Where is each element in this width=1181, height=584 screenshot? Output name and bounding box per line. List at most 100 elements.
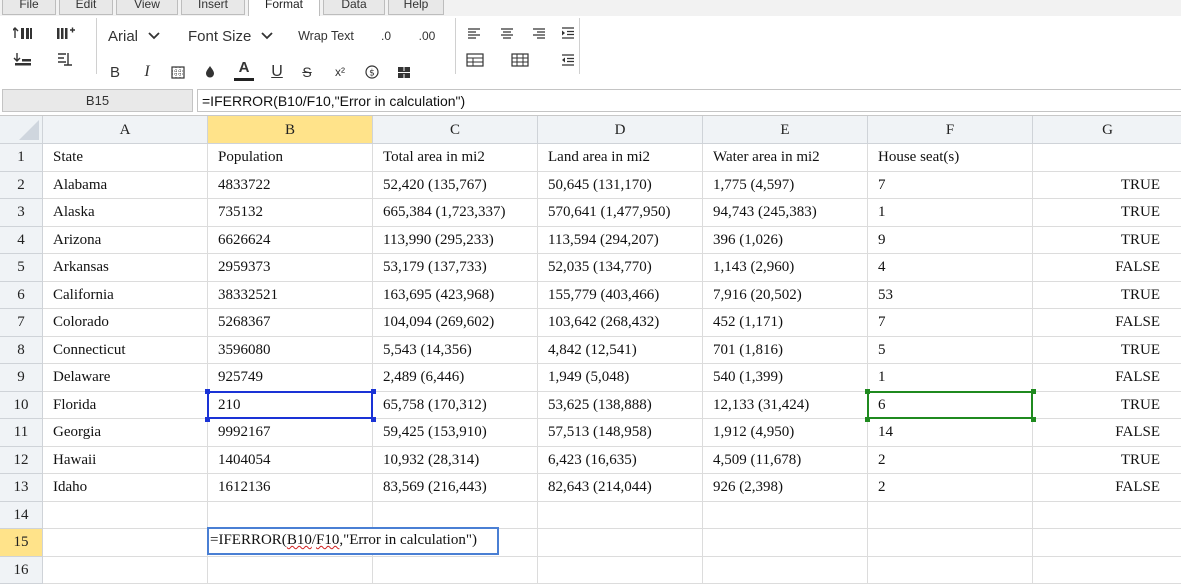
reference-highlight-f10-handle[interactable] [1031,417,1036,422]
cell-b13[interactable]: 1612136 [208,474,373,502]
cell-a13[interactable]: Idaho [43,474,208,502]
cell-a3[interactable]: Alaska [43,199,208,227]
table-format-icon[interactable] [465,50,485,70]
wrap-text-button[interactable]: Wrap Text [296,26,356,46]
align-center-icon[interactable] [498,24,516,42]
reference-highlight-b10-handle[interactable] [205,389,210,394]
column-header-d[interactable]: D [538,116,703,144]
cell-c14[interactable] [373,502,538,530]
cell-g6[interactable]: TRUE [1033,282,1181,310]
cell-f6[interactable]: 53 [868,282,1033,310]
cell-a8[interactable]: Connecticut [43,337,208,365]
cell-a1[interactable]: State [43,144,208,172]
indent-icon[interactable] [559,24,577,42]
cell-e9[interactable]: 540 (1,399) [703,364,868,392]
cell-b7[interactable]: 5268367 [208,309,373,337]
cell-f14[interactable] [868,502,1033,530]
cell-e8[interactable]: 701 (1,816) [703,337,868,365]
reference-highlight-f10-handle[interactable] [1031,389,1036,394]
cell-c11[interactable]: 59,425 (153,910) [373,419,538,447]
row-header-10[interactable]: 10 [0,392,43,420]
cell-d7[interactable]: 103,642 (268,432) [538,309,703,337]
cell-g7[interactable]: FALSE [1033,309,1181,337]
italic-button[interactable]: I [138,62,156,82]
reference-highlight-f10-handle[interactable] [865,417,870,422]
cell-editor-b15[interactable]: =IFERROR(B10/F10,"Error in calculation") [207,527,499,555]
decrease-decimal-button[interactable]: .0 [376,26,396,46]
cell-g5[interactable]: FALSE [1033,254,1181,282]
cell-e12[interactable]: 4,509 (11,678) [703,447,868,475]
cell-c4[interactable]: 113,990 (295,233) [373,227,538,255]
delete-column-icon[interactable] [54,50,76,70]
column-header-g[interactable]: G [1033,116,1181,144]
cell-c12[interactable]: 10,932 (28,314) [373,447,538,475]
menu-tab-data[interactable]: Data [323,0,385,15]
cell-c8[interactable]: 5,543 (14,356) [373,337,538,365]
column-header-c[interactable]: C [373,116,538,144]
cell-c10[interactable]: 65,758 (170,312) [373,392,538,420]
insert-column-icon[interactable] [54,24,76,44]
cell-a5[interactable]: Arkansas [43,254,208,282]
align-right-icon[interactable] [530,24,548,42]
fill-color-icon[interactable] [200,62,220,82]
cell-f13[interactable]: 2 [868,474,1033,502]
cell-d14[interactable] [538,502,703,530]
cell-d4[interactable]: 113,594 (294,207) [538,227,703,255]
cell-f15[interactable] [868,529,1033,557]
menu-tab-help[interactable]: Help [388,0,444,15]
cell-d6[interactable]: 155,779 (403,466) [538,282,703,310]
menu-tab-edit[interactable]: Edit [59,0,113,15]
cell-e14[interactable] [703,502,868,530]
cell-f11[interactable]: 14 [868,419,1033,447]
cell-f3[interactable]: 1 [868,199,1033,227]
table-grid-icon[interactable] [510,50,530,70]
cell-a16[interactable] [43,557,208,584]
font-color-button[interactable]: A [232,58,256,82]
row-header-15[interactable]: 15 [0,529,43,557]
cell-g12[interactable]: TRUE [1033,447,1181,475]
cell-e6[interactable]: 7,916 (20,502) [703,282,868,310]
cell-c6[interactable]: 163,695 (423,968) [373,282,538,310]
formula-input[interactable]: =IFERROR(B10/F10,"Error in calculation") [197,89,1181,112]
cell-e16[interactable] [703,557,868,584]
row-header-1[interactable]: 1 [0,144,43,172]
cell-g9[interactable]: FALSE [1033,364,1181,392]
cell-g2[interactable]: TRUE [1033,172,1181,200]
cell-g3[interactable]: TRUE [1033,199,1181,227]
font-name-select[interactable]: Arial [108,26,168,46]
menu-tab-file[interactable]: File [2,0,56,15]
cell-d2[interactable]: 50,645 (131,170) [538,172,703,200]
select-all-corner[interactable] [0,116,43,144]
cell-d9[interactable]: 1,949 (5,048) [538,364,703,392]
row-header-14[interactable]: 14 [0,502,43,530]
row-header-9[interactable]: 9 [0,364,43,392]
strikethrough-button[interactable]: S [298,62,316,82]
cell-f4[interactable]: 9 [868,227,1033,255]
cell-d11[interactable]: 57,513 (148,958) [538,419,703,447]
column-header-a[interactable]: A [43,116,208,144]
merge-cells-icon[interactable] [394,62,414,82]
cell-e1[interactable]: Water area in mi2 [703,144,868,172]
cell-d3[interactable]: 570,641 (1,477,950) [538,199,703,227]
cell-d12[interactable]: 6,423 (16,635) [538,447,703,475]
cell-b9[interactable]: 925749 [208,364,373,392]
cell-e2[interactable]: 1,775 (4,597) [703,172,868,200]
cell-c5[interactable]: 53,179 (137,733) [373,254,538,282]
cell-a7[interactable]: Colorado [43,309,208,337]
cell-e11[interactable]: 1,912 (4,950) [703,419,868,447]
bold-button[interactable]: B [106,62,124,82]
cell-b8[interactable]: 3596080 [208,337,373,365]
cell-c2[interactable]: 52,420 (135,767) [373,172,538,200]
reference-highlight-b10-handle[interactable] [205,417,210,422]
cell-b4[interactable]: 6626624 [208,227,373,255]
cell-d8[interactable]: 4,842 (12,541) [538,337,703,365]
cell-g14[interactable] [1033,502,1181,530]
row-header-8[interactable]: 8 [0,337,43,365]
cell-a12[interactable]: Hawaii [43,447,208,475]
cell-c9[interactable]: 2,489 (6,446) [373,364,538,392]
cell-e13[interactable]: 926 (2,398) [703,474,868,502]
cell-a4[interactable]: Arizona [43,227,208,255]
cell-f7[interactable]: 7 [868,309,1033,337]
cell-b3[interactable]: 735132 [208,199,373,227]
cell-g4[interactable]: TRUE [1033,227,1181,255]
